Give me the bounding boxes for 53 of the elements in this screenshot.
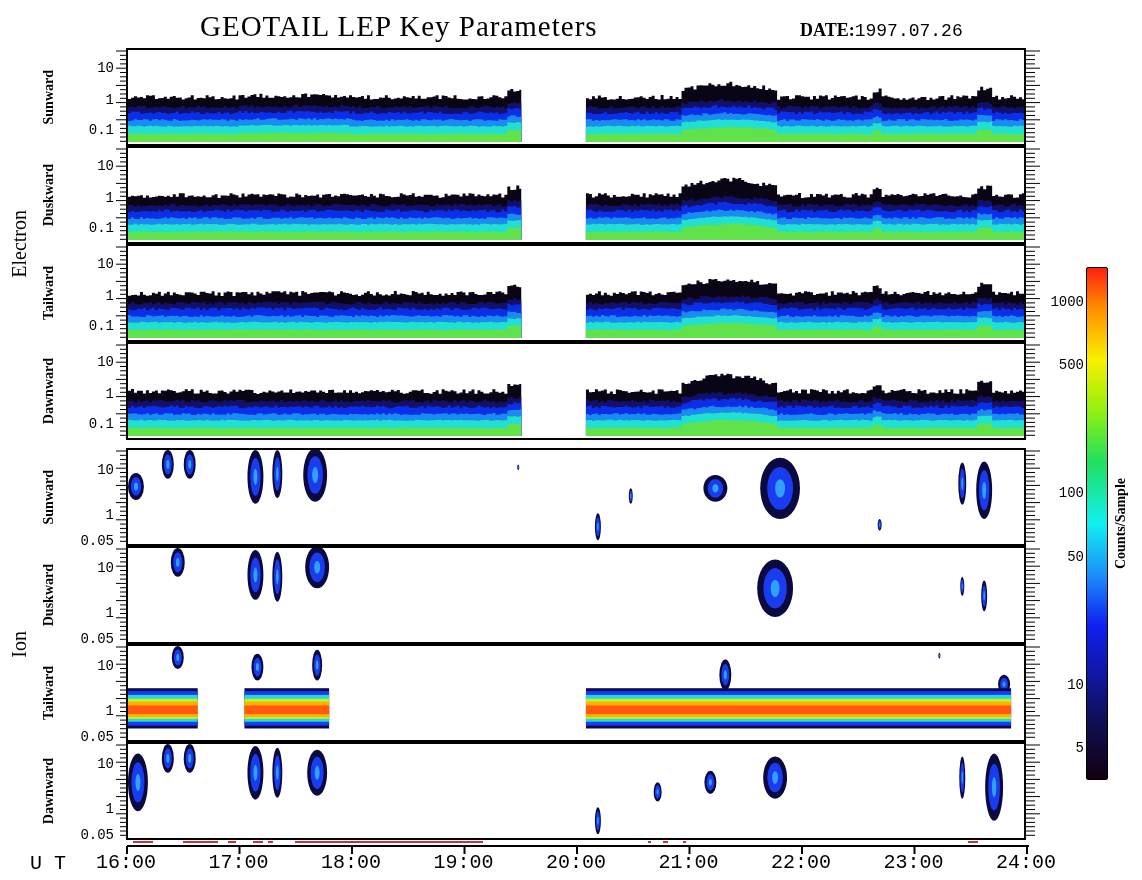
colorbar-tick-label: 50 [1067, 550, 1084, 564]
direction-label: Tailward [41, 666, 57, 720]
colorbar-tick-label: 500 [1058, 358, 1084, 372]
y-tick-label: 0.05 [80, 730, 114, 744]
y-tick-label: 1 [105, 508, 114, 522]
y-tick-label: 1 [105, 704, 114, 718]
group-label: Ion [7, 630, 31, 658]
y-tick-label: 0.05 [80, 534, 114, 548]
y-tick-label: 0.1 [88, 417, 114, 431]
direction-label: Tailward [41, 266, 57, 320]
y-tick-label: 10 [97, 463, 114, 477]
time-tick-label: 20:00 [546, 852, 606, 874]
direction-label: Sunward [41, 69, 57, 125]
time-tick-label: 24:00 [996, 852, 1056, 874]
y-tick-label: 1 [105, 93, 114, 107]
y-tick-label: 0.1 [88, 319, 114, 333]
colorbar-tick-label: 5 [1075, 741, 1084, 755]
y-tick-label: 1 [105, 802, 114, 816]
date-label: DATE: [800, 20, 855, 40]
y-tick-label: 10 [97, 659, 114, 673]
y-tick-label: 10 [97, 561, 114, 575]
y-tick-label: 0.05 [80, 828, 114, 842]
direction-label: Sunward [41, 469, 57, 525]
y-tick-label: 10 [97, 257, 114, 271]
y-tick-label: 0.1 [88, 221, 114, 235]
y-tick-label: 10 [97, 757, 114, 771]
direction-label: Duskward [41, 563, 57, 627]
time-tick-label: 21:00 [658, 852, 719, 874]
y-tick-label: 10 [97, 159, 114, 173]
colorbar-tick-label: 10 [1067, 678, 1084, 692]
y-tick-label: 1 [105, 606, 114, 620]
y-tick-label: 1 [105, 191, 114, 205]
y-tick-label: 0.1 [88, 123, 114, 137]
y-tick-label: 10 [97, 355, 114, 369]
colorbar-tick-label: 1000 [1050, 295, 1084, 309]
group-label: Electron [7, 210, 31, 278]
time-tick-label: 17:00 [208, 852, 269, 874]
direction-label: Dawnward [41, 357, 57, 425]
colorbar-title: Counts/Sample [1113, 478, 1129, 569]
direction-label: Duskward [41, 163, 57, 227]
time-tick-label: 19:00 [433, 852, 494, 874]
colorbar-tick-label: 100 [1058, 486, 1084, 500]
direction-label: Dawnward [41, 757, 57, 825]
date-value: 1997.07.26 [854, 21, 963, 41]
chart-title: GEOTAIL LEP Key Parameters [200, 10, 598, 43]
time-tick-label: 23:00 [883, 852, 944, 874]
time-tick-label: 18:00 [321, 852, 381, 874]
y-tick-label: 0.05 [80, 632, 114, 646]
y-tick-label: 10 [97, 61, 114, 75]
y-tick-label: 1 [105, 289, 114, 303]
time-tick-label: 22:00 [771, 852, 831, 874]
time-tick-label: 16:00 [96, 852, 156, 874]
y-tick-label: 1 [105, 387, 114, 401]
